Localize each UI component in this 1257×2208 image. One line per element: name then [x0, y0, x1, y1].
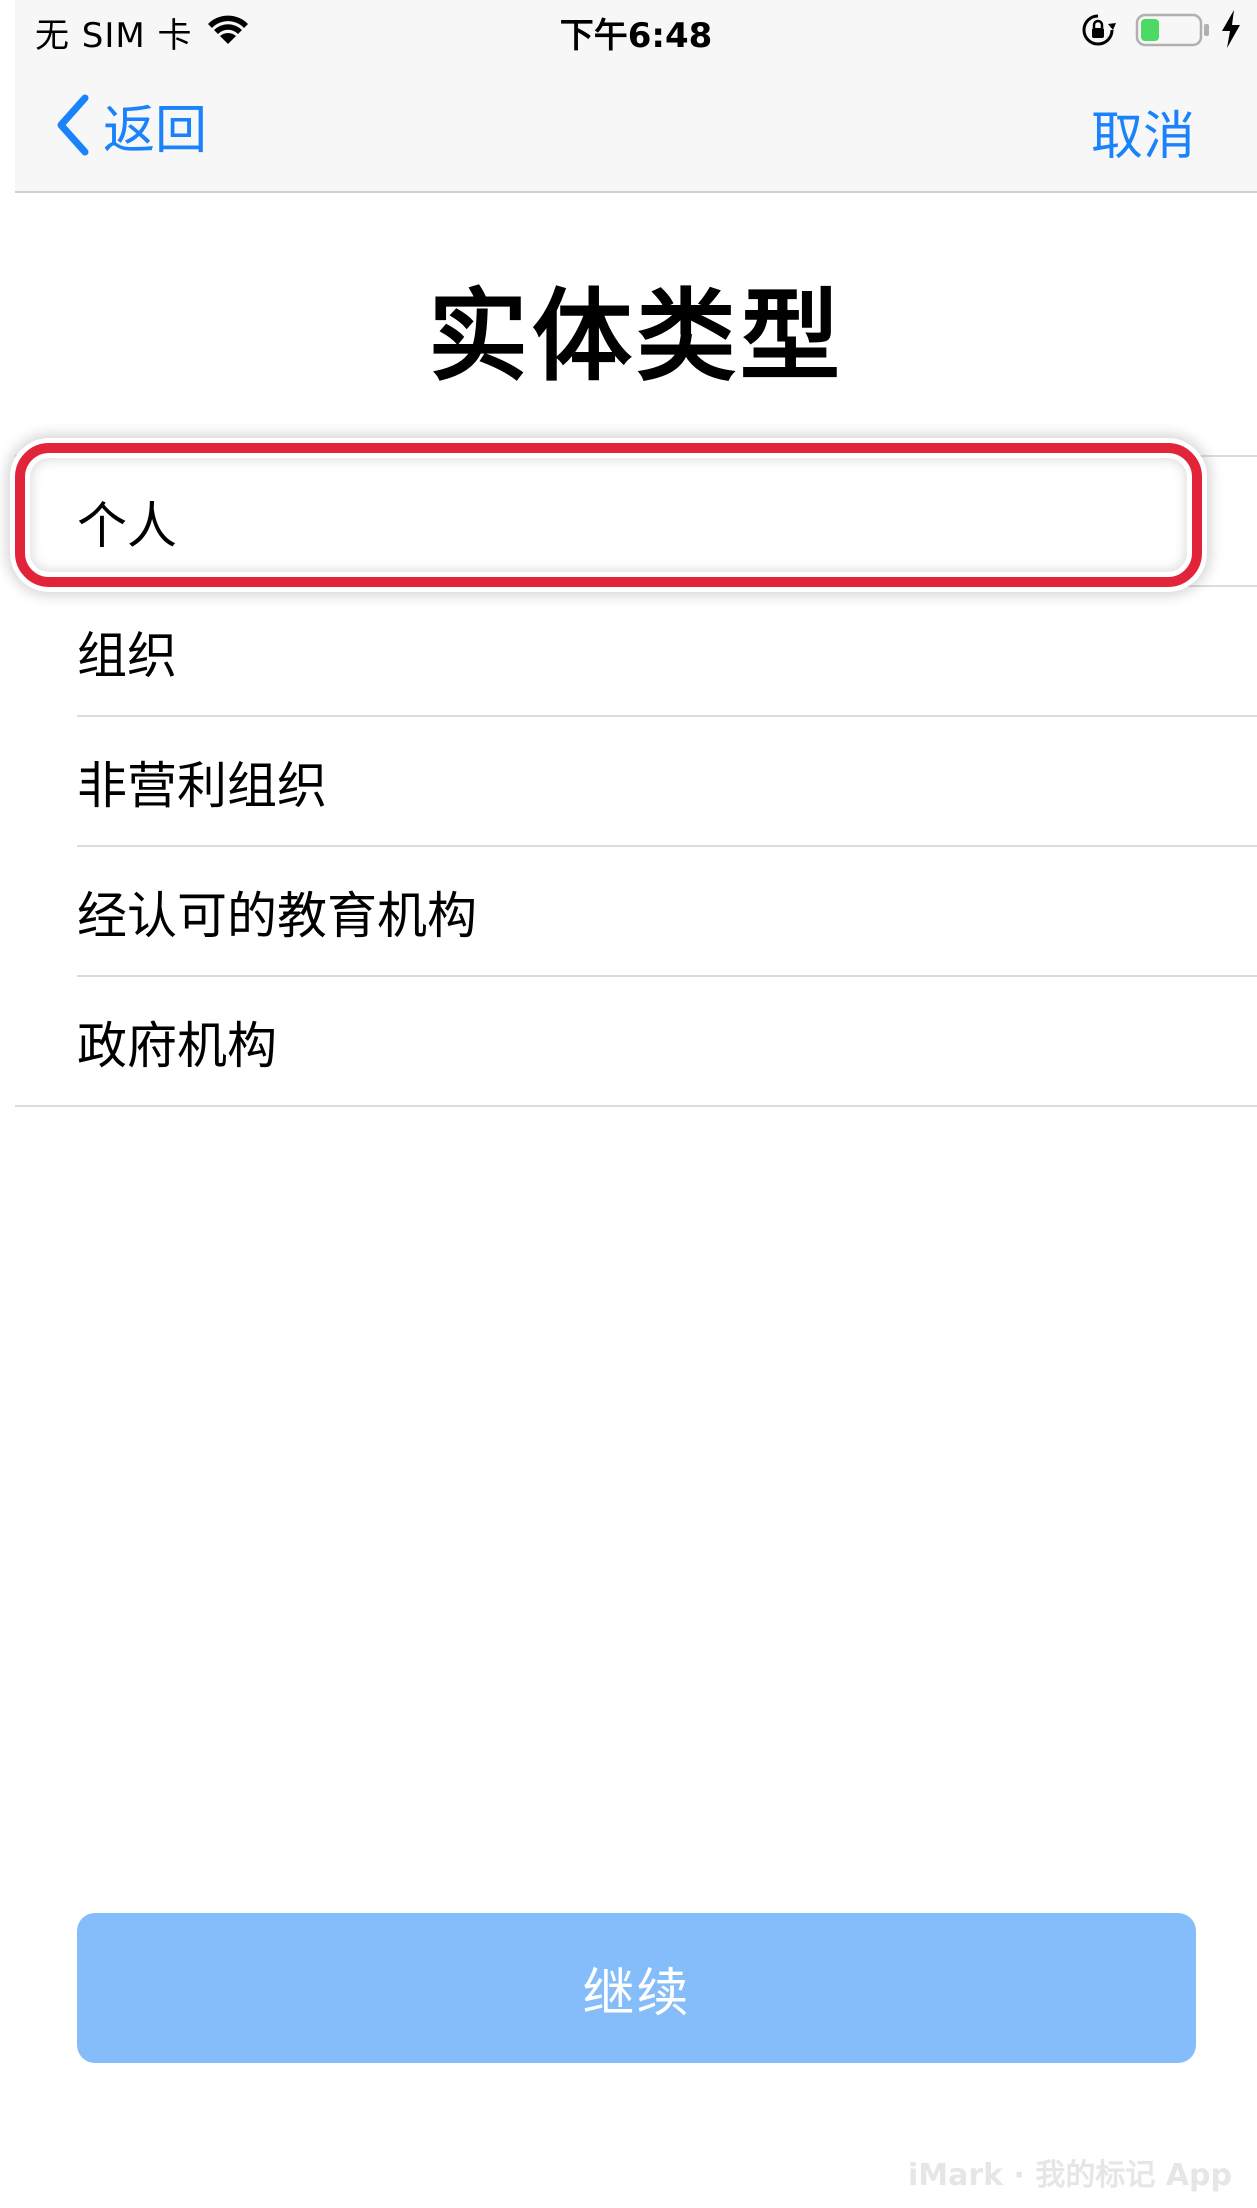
charging-bolt-icon: [1222, 10, 1240, 48]
list-item-nonprofit[interactable]: 非营利组织: [15, 717, 1257, 847]
screen: 无 SIM 卡 下午6:48 返回 取消 实体类型 个人 组织 非营利组织 经认…: [15, 0, 1257, 2208]
rotation-lock-icon: [1082, 14, 1116, 46]
list-item-label: 非营利组织: [77, 757, 327, 815]
back-button[interactable]: 返回: [53, 90, 208, 161]
status-time: 下午6:48: [559, 16, 713, 56]
navigation-bar: 返回 取消: [15, 60, 1257, 193]
list-item-label: 政府机构: [77, 1017, 277, 1075]
page-title: 实体类型: [428, 278, 844, 395]
list-item-government[interactable]: 政府机构: [15, 977, 1257, 1107]
list-item-label: 组织: [77, 627, 177, 685]
entity-type-list: 个人 组织 非营利组织 经认可的教育机构 政府机构: [15, 455, 1257, 1107]
chevron-left-icon: [57, 94, 89, 156]
cancel-button[interactable]: 取消: [1091, 94, 1195, 169]
status-bar: 无 SIM 卡 下午6:48: [15, 0, 1257, 60]
list-item-organization[interactable]: 组织: [15, 587, 1257, 717]
battery-icon: [1135, 13, 1209, 47]
continue-button[interactable]: 继续: [77, 1913, 1196, 2063]
list-item-label: 个人: [77, 497, 177, 555]
list-item-label: 经认可的教育机构: [77, 887, 477, 945]
list-item-education[interactable]: 经认可的教育机构: [15, 847, 1257, 977]
back-label: 返回: [103, 100, 208, 161]
watermark: iMark · 我的标记 App: [907, 2158, 1232, 2193]
list-item-individual[interactable]: 个人: [15, 457, 1257, 587]
